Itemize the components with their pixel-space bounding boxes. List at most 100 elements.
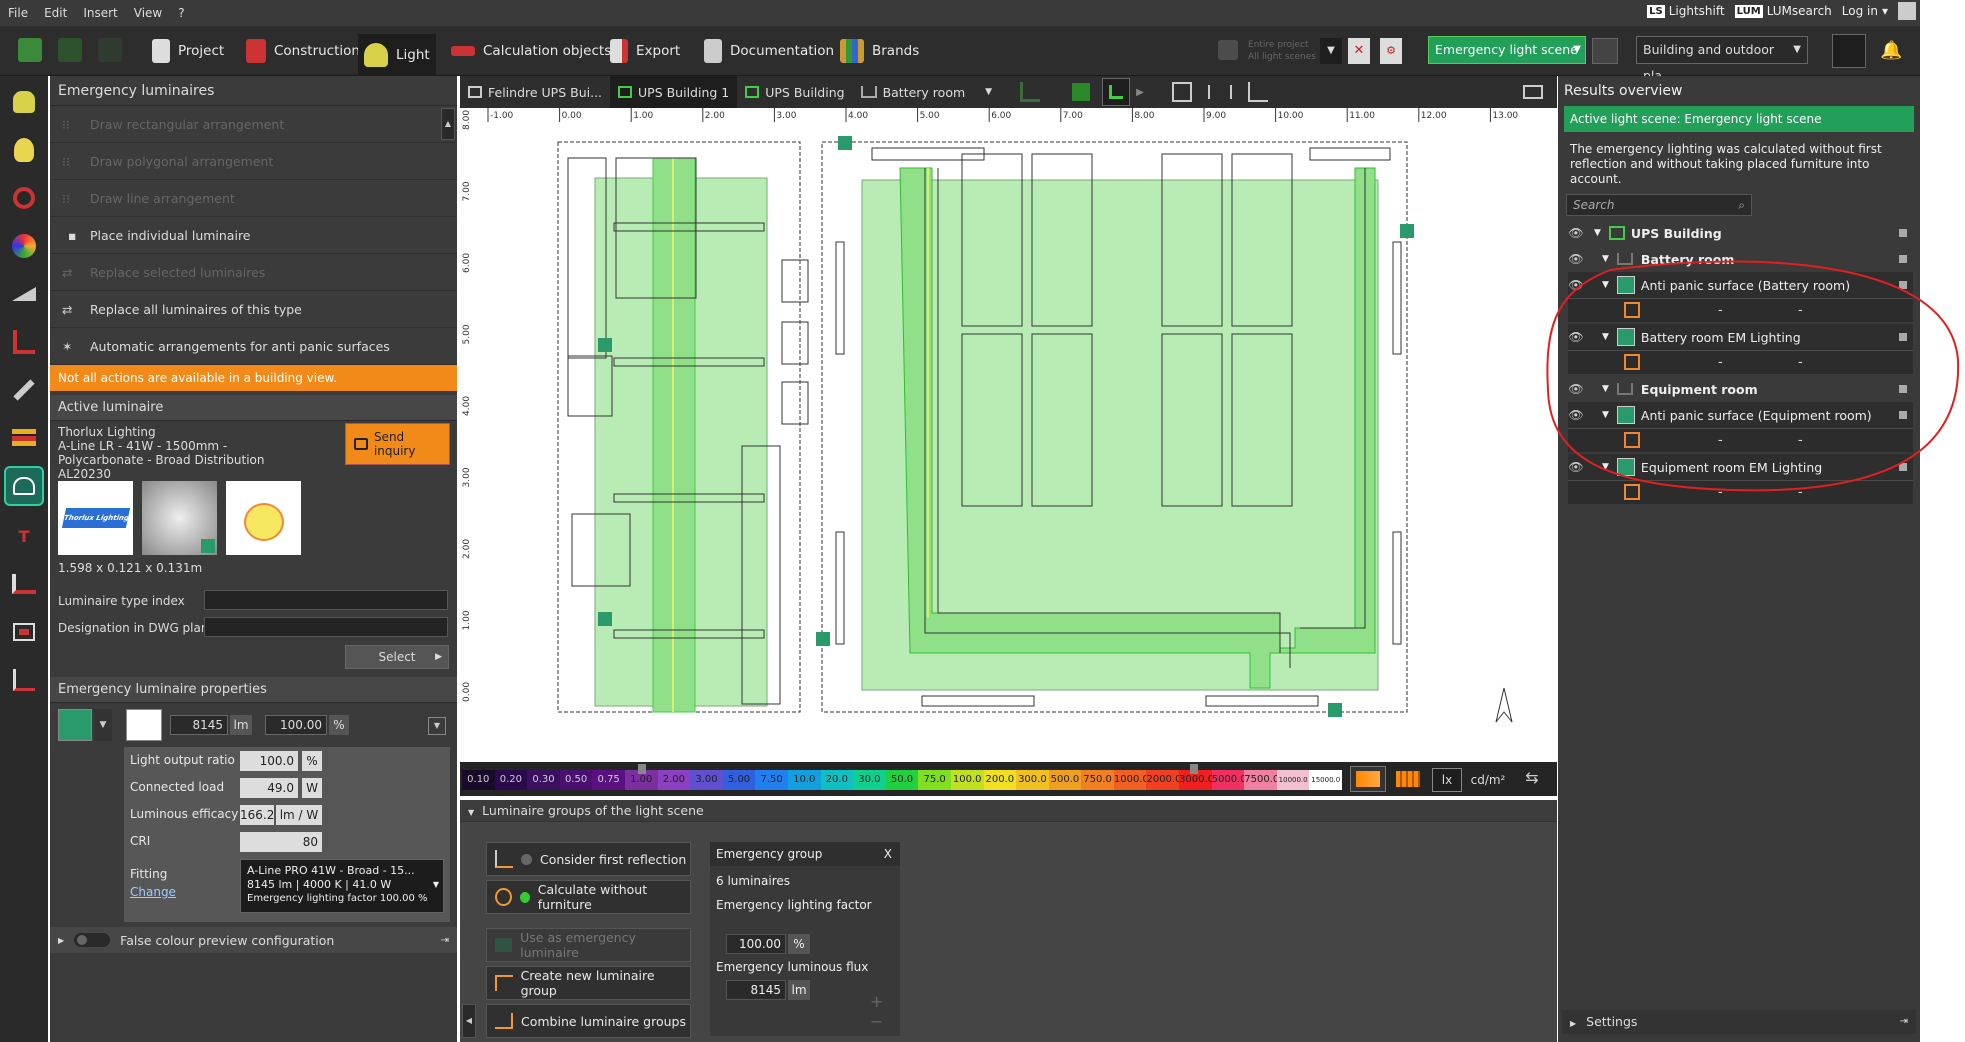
- palette-1-icon[interactable]: [1350, 766, 1386, 792]
- monitor-icon[interactable]: [1523, 85, 1543, 99]
- calc-without-furniture-button[interactable]: Calculate without furniture: [486, 880, 691, 914]
- plus-icon[interactable]: +: [870, 992, 883, 1011]
- login-button[interactable]: Log in ▾: [1842, 4, 1888, 18]
- search-box[interactable]: Search ⌕: [1566, 194, 1752, 216]
- tab-ups-building[interactable]: UPS Building: [737, 76, 852, 108]
- undo-icon[interactable]: [58, 38, 82, 62]
- room-outline-icon[interactable]: [6, 324, 42, 360]
- combine-groups-button[interactable]: Combine luminaire groups: [486, 1004, 691, 1038]
- measure-angle-icon[interactable]: [6, 276, 42, 312]
- wrench-icon[interactable]: [6, 372, 42, 408]
- text-annotation-icon[interactable]: T: [6, 518, 42, 554]
- save-icon[interactable]: [18, 38, 42, 62]
- palette-2-icon[interactable]: [1390, 766, 1426, 792]
- change-fitting-link[interactable]: Change: [130, 885, 176, 899]
- menu-file[interactable]: File: [0, 6, 36, 20]
- eye-icon[interactable]: 👁: [1568, 226, 1584, 240]
- factor-input[interactable]: 100.00: [726, 934, 786, 954]
- select-button[interactable]: Select ▶: [345, 645, 449, 669]
- frame-icon[interactable]: [6, 614, 42, 650]
- place-individual-action[interactable]: ▪ Place individual luminaire: [50, 217, 457, 254]
- send-inquiry-button[interactable]: Send inquiry: [345, 423, 450, 465]
- hierarchy-icon[interactable]: [6, 662, 42, 698]
- scroll-up-icon[interactable]: ▲: [441, 108, 455, 140]
- toggle-switch[interactable]: [74, 933, 111, 947]
- collapse-icon[interactable]: ▼: [468, 808, 474, 817]
- tab-battery-room[interactable]: Battery room ▼: [853, 76, 1001, 108]
- tab-brands[interactable]: Brands: [834, 34, 925, 68]
- measure-width-icon[interactable]: [1207, 85, 1232, 99]
- menu-insert[interactable]: Insert: [75, 6, 125, 20]
- emergency-marker-icon[interactable]: [598, 612, 612, 626]
- tab-ups-building-1[interactable]: UPS Building 1: [610, 76, 738, 108]
- stairs-view-icon[interactable]: [1020, 82, 1041, 102]
- lamp-tool-icon[interactable]: [6, 84, 42, 120]
- false-colour-row[interactable]: ▶ False colour preview configuration ⇥: [50, 927, 457, 953]
- bulb-icon[interactable]: [6, 132, 42, 168]
- draw-line-action[interactable]: ⁝⁝ Draw line arrangement: [50, 180, 457, 217]
- tab-documentation[interactable]: Documentation: [698, 34, 840, 68]
- replace-all-action[interactable]: ⇄ Replace all luminaires of this type: [50, 291, 457, 328]
- emergency-marker-icon[interactable]: [838, 136, 852, 150]
- scene-copy-icon[interactable]: [1592, 38, 1618, 64]
- emergency-luminaire-icon[interactable]: [4, 466, 44, 506]
- tab-felindre[interactable]: Felindre UPS Bui...: [460, 76, 610, 108]
- redo-icon[interactable]: [98, 38, 122, 62]
- swap-icon[interactable]: ⇆: [1520, 768, 1544, 792]
- user-icon[interactable]: [1898, 2, 1916, 20]
- unit-cd-button[interactable]: cd/m²: [1468, 768, 1508, 792]
- play-arrow-icon[interactable]: ▶: [1136, 87, 1144, 98]
- menu-view[interactable]: View: [126, 6, 170, 20]
- em-flux-input[interactable]: 8145: [726, 980, 786, 1000]
- minus-icon[interactable]: −: [870, 1012, 883, 1031]
- pin-icon[interactable]: ⇥: [1900, 1010, 1908, 1034]
- layers-icon[interactable]: [6, 420, 42, 456]
- type-index-input[interactable]: [204, 590, 448, 610]
- colour-wheel-icon[interactable]: [6, 228, 42, 264]
- scene-dropdown-arrow-icon[interactable]: ▼: [1320, 38, 1342, 64]
- tab-calculation-objects[interactable]: Calculation objects: [445, 34, 617, 68]
- tab-export[interactable]: Export: [604, 34, 686, 68]
- floor-plan-icon[interactable]: [1102, 78, 1131, 106]
- draw-polygonal-action[interactable]: ⁝⁝ Draw polygonal arrangement: [50, 143, 457, 180]
- emergency-marker-icon[interactable]: [1400, 224, 1414, 238]
- percent-input[interactable]: 100.00: [265, 715, 327, 735]
- delete-scene-icon[interactable]: ✕: [1348, 38, 1370, 64]
- scene-settings-icon[interactable]: ⚙: [1380, 38, 1402, 64]
- menu-help[interactable]: ?: [170, 6, 192, 20]
- draw-rectangular-action[interactable]: ⁝⁝ Draw rectangular arrangement: [50, 106, 457, 143]
- tab-light[interactable]: Light: [358, 34, 436, 76]
- zoom-fit-icon[interactable]: [1171, 82, 1192, 102]
- view-select[interactable]: Building and outdoor pla...▼: [1636, 36, 1808, 83]
- emergency-group-card[interactable]: Emergency group X 6 luminaires Emergency …: [710, 842, 900, 1036]
- light-scene-select[interactable]: Emergency light scene ▼: [1428, 36, 1586, 64]
- scale-slider-left-icon[interactable]: [638, 764, 646, 774]
- cut-line-icon[interactable]: [6, 566, 42, 602]
- expand-icon[interactable]: ▼: [1594, 228, 1601, 238]
- menu-edit[interactable]: Edit: [36, 6, 75, 20]
- collapse-arrow-icon[interactable]: ▼: [428, 717, 446, 735]
- plane-view-icon[interactable]: [1832, 34, 1866, 68]
- flux-input[interactable]: 8145: [170, 715, 228, 735]
- floor-plan-canvas[interactable]: -1.00 0.00 1.00 2.00 3.00 4.00 5.00 6.00 7.00 8.0…: [460, 108, 1557, 762]
- replace-selected-action[interactable]: ⇄ Replace selected luminaires: [50, 254, 457, 291]
- axis-icon[interactable]: [1247, 82, 1268, 102]
- tab-project[interactable]: Project: [146, 34, 230, 68]
- auto-arrangement-action[interactable]: ✶ Automatic arrangements for anti panic s…: [50, 328, 457, 365]
- settings-row[interactable]: ▶ Settings ⇥: [1562, 1010, 1916, 1034]
- pin-icon[interactable]: ⇥: [441, 935, 449, 946]
- tree-ups-building[interactable]: 👁 ▼ UPS Building: [1568, 220, 1913, 246]
- dwg-designation-input[interactable]: [204, 617, 448, 637]
- use-emergency-button[interactable]: Use as emergency luminaire: [486, 928, 691, 962]
- emergency-marker-icon[interactable]: [598, 338, 612, 352]
- dropdown-arrow-icon[interactable]: ▼: [94, 709, 112, 741]
- create-group-button[interactable]: Create new luminaire group: [486, 966, 691, 1000]
- collapse-side-icon[interactable]: ◀: [462, 1004, 476, 1038]
- fitting-box[interactable]: A-Line PRO 41W - Broad - 15... 8145 lm |…: [240, 859, 444, 913]
- unit-lx-button[interactable]: lx: [1432, 768, 1462, 792]
- lightshift-link[interactable]: LS Lightshift: [1647, 4, 1725, 18]
- cube-view-icon[interactable]: [1072, 83, 1091, 101]
- close-icon[interactable]: X: [884, 842, 892, 866]
- emergency-marker-icon[interactable]: [816, 632, 830, 646]
- visibility-square-icon[interactable]: [1899, 229, 1907, 237]
